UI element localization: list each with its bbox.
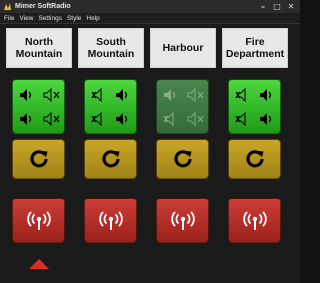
speaker-muted-icon[interactable] [91,88,109,102]
refresh-icon [29,150,48,168]
speaker-icon[interactable] [115,112,133,126]
radio-transmit-icon [242,210,267,230]
maximize-button[interactable]: □ [271,1,283,12]
speaker-icon[interactable] [19,112,37,126]
reset-button-fire-department[interactable] [228,139,281,179]
radio-transmit-icon [98,210,123,230]
speaker-muted-icon[interactable] [187,112,205,126]
channel-name-line2: Mountain [87,48,135,60]
speaker-muted-icon[interactable] [163,112,181,126]
speaker-icon[interactable] [19,88,37,102]
radio-transmit-icon [26,210,51,230]
speaker-icon[interactable] [163,88,181,102]
speaker-muted-icon[interactable] [91,112,109,126]
channel-name-line2: Mountain [15,48,63,60]
window-title: Mimer SoftRadio [15,3,71,10]
speaker-muted-icon[interactable] [235,112,253,126]
speaker-muted-icon[interactable] [43,88,61,102]
channel-name-line1: Fire [245,36,265,48]
menu-bar: File View Settings Style Help [0,13,300,23]
channel-header-north-mountain[interactable]: North Mountain [6,28,72,68]
reset-button-south-mountain[interactable] [84,139,137,179]
title-bar: Mimer SoftRadio – □ ✕ [0,0,300,13]
audio-routing-north-mountain[interactable] [12,79,65,134]
app-icon [3,2,12,11]
ptt-button-harbour[interactable] [156,198,209,243]
speaker-icon[interactable] [259,112,277,126]
refresh-icon [245,150,264,168]
speaker-muted-icon[interactable] [187,88,205,102]
close-button[interactable]: ✕ [285,1,297,12]
refresh-icon [101,150,120,168]
menu-style[interactable]: Style [67,15,81,22]
menu-view[interactable]: View [19,15,33,22]
radio-transmit-icon [170,210,195,230]
ptt-button-fire-department[interactable] [228,198,281,243]
speaker-muted-icon[interactable] [235,88,253,102]
reset-button-harbour[interactable] [156,139,209,179]
speaker-icon[interactable] [259,88,277,102]
channel-name-line2: Department [225,48,285,60]
channel-header-fire-department[interactable]: Fire Department [222,28,288,68]
menu-help[interactable]: Help [86,15,99,22]
menu-file[interactable]: File [4,15,14,22]
selected-channel-indicator-icon [29,259,49,269]
audio-routing-harbour[interactable] [156,79,209,134]
channel-name-line1: North [25,36,53,48]
ptt-button-south-mountain[interactable] [84,198,137,243]
audio-routing-south-mountain[interactable] [84,79,137,134]
speaker-icon[interactable] [115,88,133,102]
speaker-muted-icon[interactable] [43,112,61,126]
refresh-icon [173,150,192,168]
channel-name-line1: South [96,36,126,48]
menu-settings[interactable]: Settings [38,15,62,22]
channel-header-harbour[interactable]: Harbour [150,28,216,68]
reset-button-north-mountain[interactable] [12,139,65,179]
audio-routing-fire-department[interactable] [228,79,281,134]
minimize-button[interactable]: – [257,1,269,12]
ptt-button-north-mountain[interactable] [12,198,65,243]
channel-name-line1: Harbour [162,42,204,54]
channel-header-south-mountain[interactable]: South Mountain [78,28,144,68]
